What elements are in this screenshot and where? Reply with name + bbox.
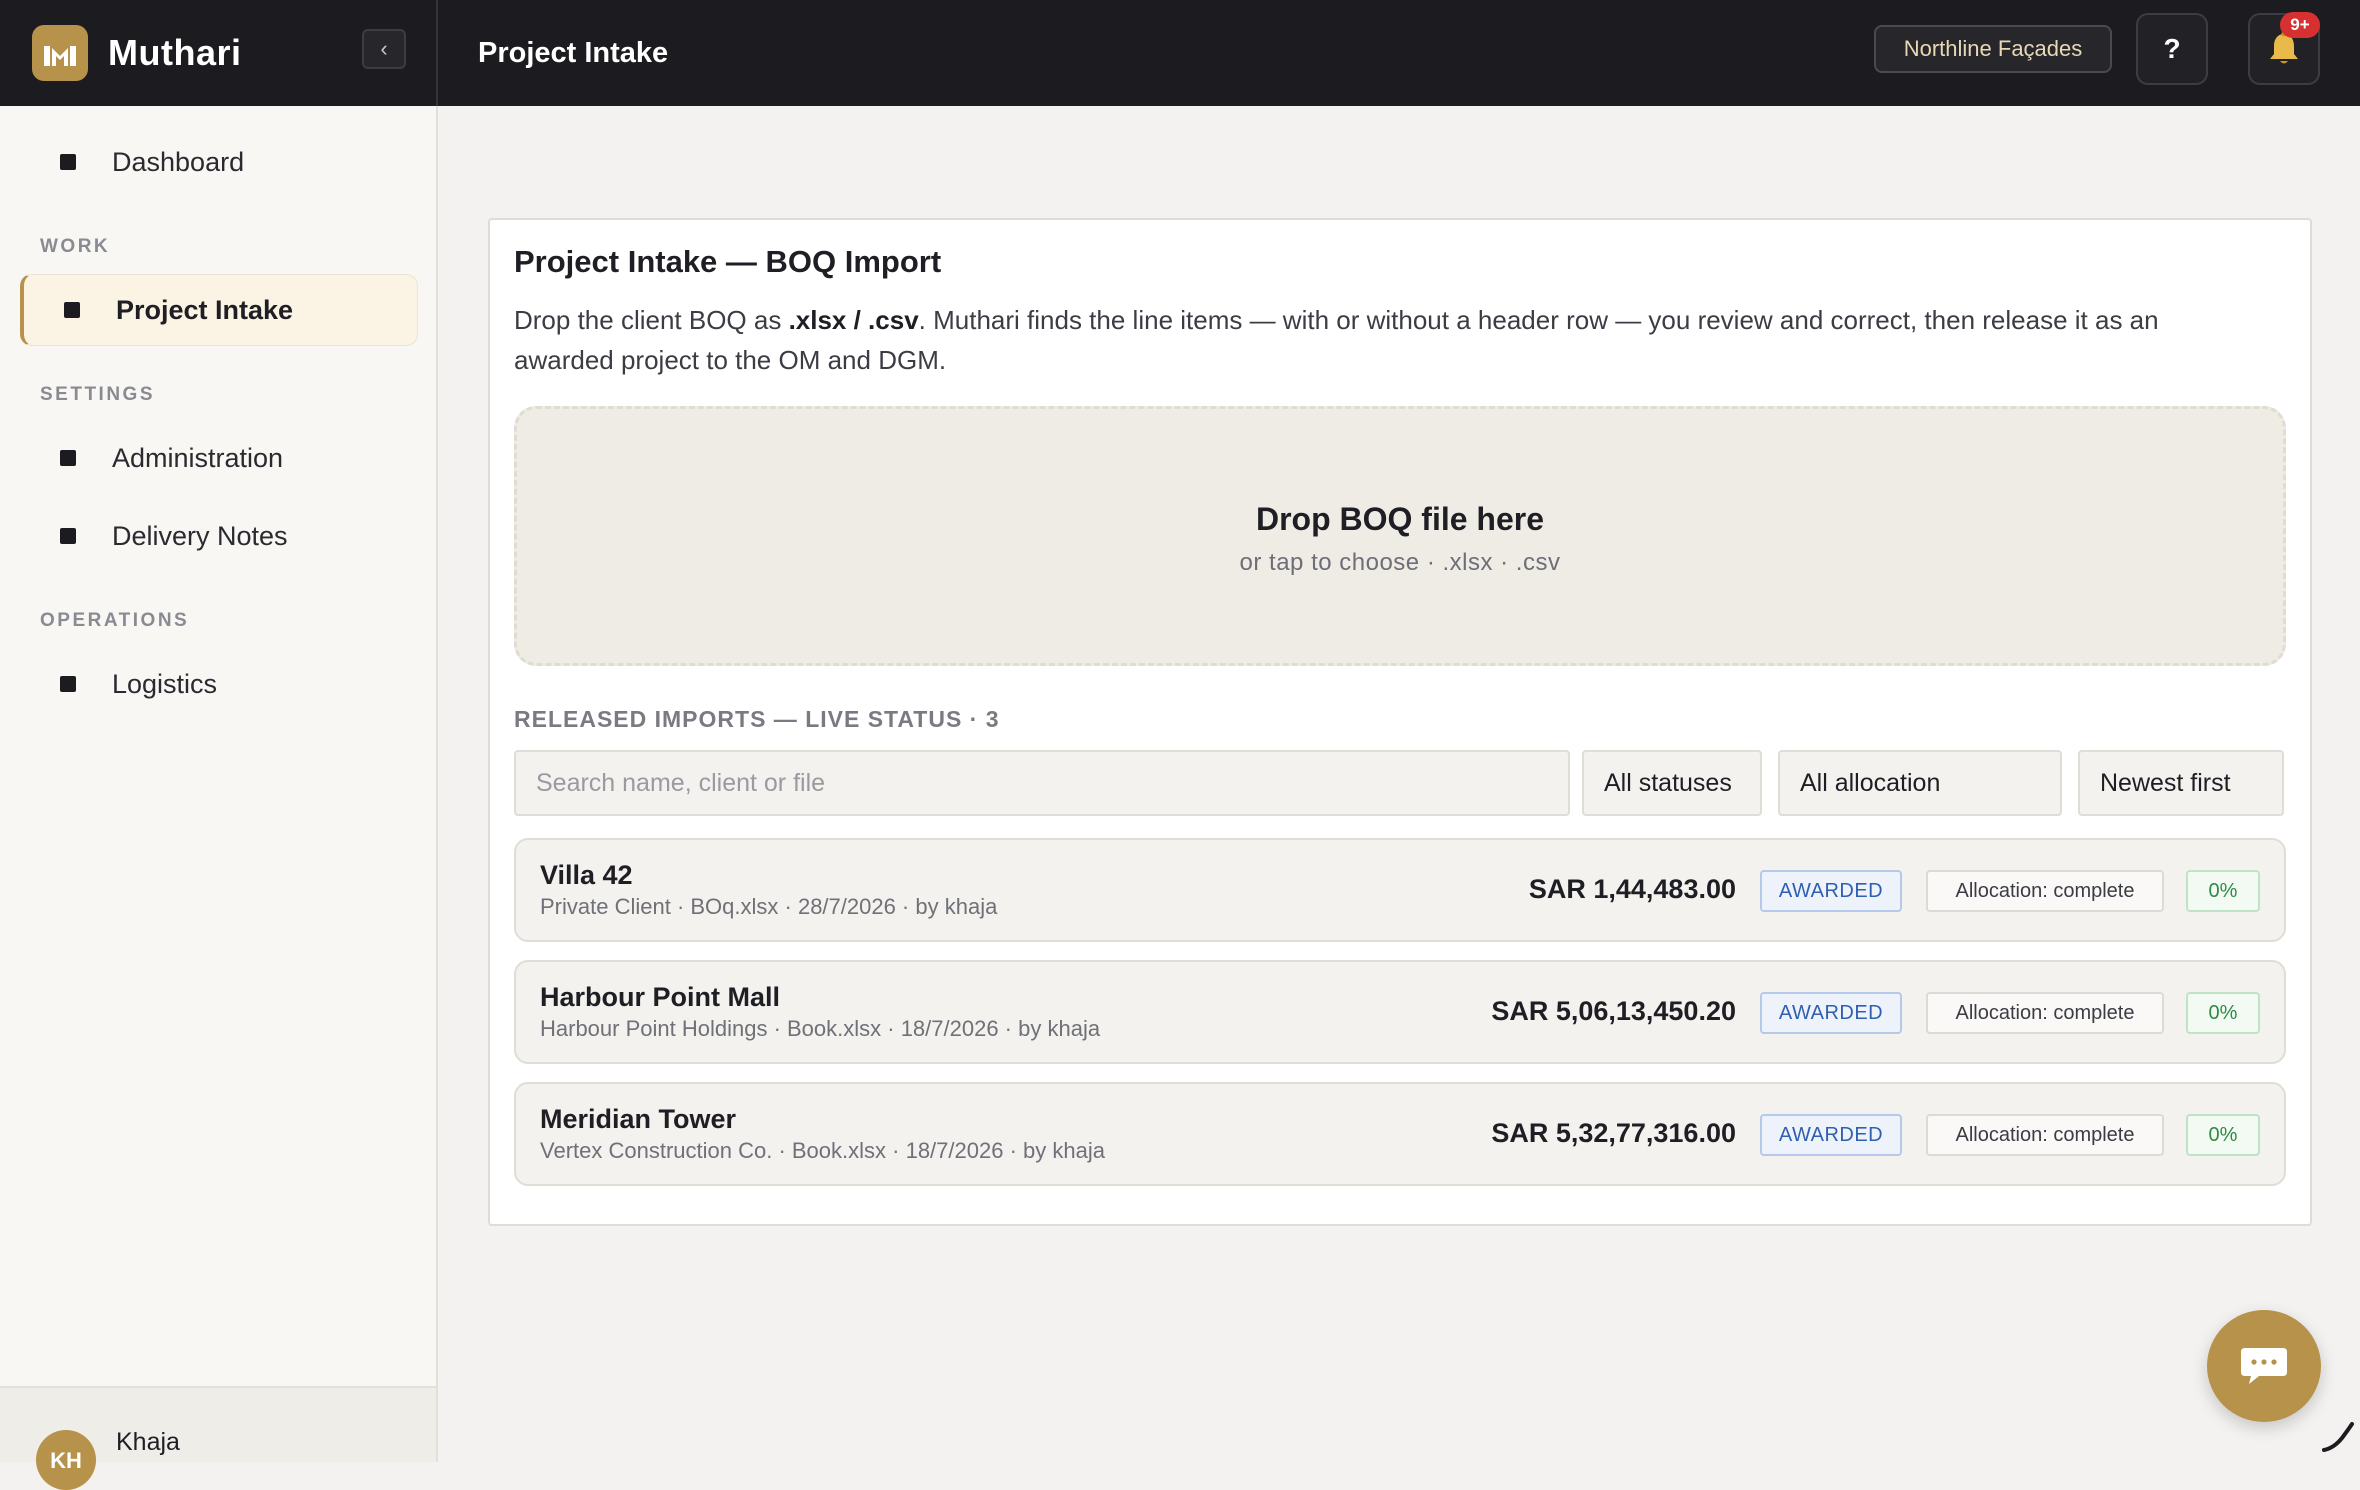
sidebar-item-label: Dashboard <box>112 146 245 177</box>
sidebar-item-administration[interactable]: Administration <box>20 422 418 494</box>
description-formats: .xlsx / .csv <box>788 305 919 335</box>
project-meta: Harbour Point Holdings · Book.xlsx · 18/… <box>540 1016 1101 1041</box>
boq-import-card: Project Intake — BOQ Import Drop the cli… <box>488 218 2312 1226</box>
page-title: Project Intake <box>478 36 669 69</box>
card-title: Project Intake — BOQ Import <box>514 244 942 279</box>
brand-area: Muthari ‹ <box>0 0 438 106</box>
help-button[interactable]: ? <box>2136 13 2208 85</box>
status-badge: AWARDED <box>1760 870 1902 912</box>
delivery-notes-icon <box>60 528 76 544</box>
description-text: Drop the client BOQ as <box>514 305 789 335</box>
notification-count-badge: 9+ <box>2280 12 2320 38</box>
sidebar-section-settings: SETTINGS <box>40 384 156 405</box>
sidebar-item-project-intake[interactable]: Project Intake <box>20 274 418 346</box>
project-amount: SAR 1,44,483.00 <box>1528 874 1736 904</box>
chat-button[interactable] <box>2207 1310 2321 1422</box>
sidebar-item-delivery-notes[interactable]: Delivery Notes <box>20 500 418 572</box>
boq-dropzone[interactable]: Drop BOQ file here or tap to choose · .x… <box>514 406 2286 666</box>
allocation-badge: Allocation: complete <box>1926 1114 2164 1156</box>
dropzone-title: Drop BOQ file here <box>1255 501 1545 537</box>
project-name: Harbour Point Mall <box>540 982 781 1012</box>
card-description: Drop the client BOQ as .xlsx / .csv. Mut… <box>514 300 2254 380</box>
allocation-badge: Allocation: complete <box>1926 992 2164 1034</box>
sidebar: Dashboard WORK Project Intake SETTINGS A… <box>0 106 438 1490</box>
chat-bubble-icon <box>2241 1348 2287 1384</box>
sidebar-item-label: Administration <box>112 442 284 473</box>
sidebar-item-label: Logistics <box>112 668 218 699</box>
status-badge: AWARDED <box>1760 992 1902 1034</box>
administration-icon <box>60 450 76 466</box>
status-filter-select[interactable]: All statuses <box>1582 750 1762 816</box>
project-name: Villa 42 <box>540 860 633 890</box>
collapse-sidebar-button[interactable]: ‹ <box>362 29 406 69</box>
muthari-logo-icon[interactable] <box>32 25 88 81</box>
project-name: Meridian Tower <box>540 1104 737 1134</box>
question-icon: ? <box>2163 33 2181 64</box>
import-row[interactable]: Harbour Point Mall Harbour Point Holding… <box>514 960 2286 1064</box>
progress-badge: 0% <box>2186 870 2260 912</box>
sidebar-item-label: Project Intake <box>116 294 294 325</box>
brand-name: Muthari <box>108 32 242 73</box>
import-row[interactable]: Villa 42 Private Client · BOq.xlsx · 28/… <box>514 838 2286 942</box>
project-meta: Private Client · BOq.xlsx · 28/7/2026 · … <box>540 894 998 919</box>
sidebar-item-dashboard[interactable]: Dashboard <box>20 126 418 198</box>
project-amount: SAR 5,32,77,316.00 <box>1491 1118 1736 1148</box>
sidebar-section-work: WORK <box>40 236 111 257</box>
allocation-badge: Allocation: complete <box>1926 870 2164 912</box>
progress-badge: 0% <box>2186 992 2260 1034</box>
search-input[interactable] <box>514 750 1570 816</box>
sidebar-item-label: Delivery Notes <box>112 520 288 551</box>
sort-select[interactable]: Newest first <box>2078 750 2284 816</box>
dropzone-subtitle: or tap to choose · .xlsx · .csv <box>1239 549 1561 576</box>
progress-badge: 0% <box>2186 1114 2260 1156</box>
status-badge: AWARDED <box>1760 1114 1902 1156</box>
organization-switcher[interactable]: Northline Façades <box>1874 25 2112 73</box>
dashboard-icon <box>60 154 76 170</box>
sidebar-item-logistics[interactable]: Logistics <box>20 648 418 720</box>
resize-handle-icon[interactable] <box>2320 1418 2356 1454</box>
user-name: Khaja <box>116 1428 180 1456</box>
project-amount: SAR 5,06,13,450.20 <box>1491 996 1736 1026</box>
top-bar: Muthari ‹ Project Intake Northline Façad… <box>0 0 2360 106</box>
logistics-icon <box>60 676 76 692</box>
avatar: KH <box>36 1430 96 1490</box>
allocation-filter-select[interactable]: All allocation <box>1778 750 2062 816</box>
released-imports-heading: RELEASED IMPORTS — LIVE STATUS · 3 <box>514 706 1000 732</box>
project-intake-icon <box>64 302 80 318</box>
sidebar-section-operations: OPERATIONS <box>40 610 190 631</box>
user-profile[interactable]: KH Khaja <box>0 1386 436 1490</box>
import-row[interactable]: Meridian Tower Vertex Construction Co. ·… <box>514 1082 2286 1186</box>
project-meta: Vertex Construction Co. · Book.xlsx · 18… <box>540 1138 1105 1163</box>
